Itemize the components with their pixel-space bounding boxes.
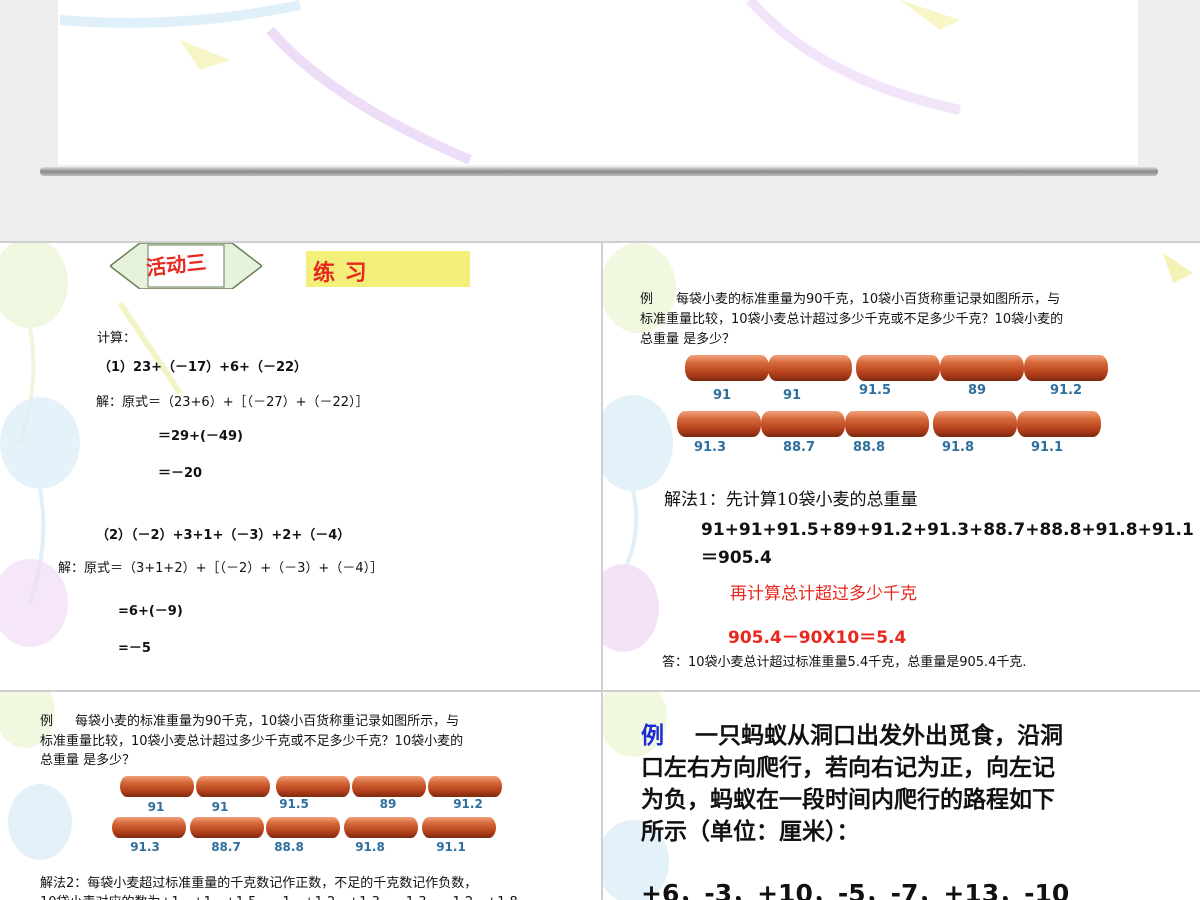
excess-calc: 905.4－90X10＝5.4 [728,628,907,648]
wheat-bag [266,817,340,838]
q2-solution: 解：原式＝（3+1+2）+［（－2）+（－3）+（－4）］ [58,561,384,576]
example-line-1: 每袋小麦的标准重量为90千克，10袋小百货称重记录如图所示，与 [676,292,1061,307]
example-line-2: 标准重量比较，10袋小麦总计超过多少千克或不足多少千克？10袋小麦的 [640,312,1064,327]
wheat-example-slide: 例 每袋小麦的标准重量为90千克，10袋小百货称重记录如图所示，与 标准重量比较… [603,243,1200,690]
bag-weight: 89 [379,797,397,811]
bag-weight: 91.2 [1049,383,1083,398]
wheat-bag [276,776,350,797]
bag-weight: 91.2 [453,797,483,811]
wheat-bag [933,411,1017,437]
method-2-line-2: 10袋小麦对应的数为+1，+1，+1.5，－1，+1.2，+1.3，－1.3，－… [40,891,518,900]
wheat-bag [845,411,929,437]
question-1: （1）23+（－17）+6+（－22） [98,360,308,375]
bag-weight: 91.5 [858,383,892,398]
top-slide [0,0,1200,241]
method-2-line-1: 解法2：每袋小麦超过标准重量的千克数记作正数，不足的千克数记作负数， [40,876,478,891]
bag-weight: 91.8 [355,840,385,854]
bag-weight: 88.8 [852,440,886,455]
bag-weight: 91 [782,388,802,403]
bag-weight: 91.3 [130,840,160,854]
bag-weight: 88.7 [782,440,816,455]
example-label: 例 [641,722,664,749]
example-line-2: 标准重量比较，10袋小麦总计超过多少千克或不足多少千克？10袋小麦的 [40,734,464,749]
top-slide-content-area [58,0,1138,165]
bag-weight: 91 [211,800,229,814]
wheat-bag [422,817,496,838]
question-2: （2）（－2）+3+1+（－3）+2+（－4） [96,528,351,543]
wheat-bag [761,411,845,437]
compute-label: 计算： [97,331,137,346]
q1-solution: 解：原式＝（23+6）+［（－27）+（－22）］ [96,395,369,410]
bag-weight: 91 [147,800,165,814]
wheat-bag [428,776,502,797]
then-compute: 再计算总计超过多少千克 [730,584,917,604]
activity3-slide: 活动三 练 习 计算： （1）23+（－17）+6+（－22） 解：原式＝（23… [0,243,601,690]
wheat-bag [190,817,264,838]
wheat-bag [112,817,186,838]
sum-result: ＝905.4 [701,548,772,568]
q1-step-1: ＝29+(－49) [158,429,243,444]
balloon-decoration [0,243,183,647]
example-line-3: 总重量 是多少？ [40,753,136,768]
ant-values: +6，-3，+10，-5，-7，+13，-10 [641,879,1070,900]
ant-line-1: 一只蚂蚁从洞口出发外出觅食，沿洞 [695,722,1063,749]
wheat-bag [352,776,426,797]
bag-weight: 88.7 [211,840,241,854]
wheat-bag [120,776,194,797]
ant-example-slide: 例 一只蚂蚁从洞口出发外出觅食，沿洞 口左右方向爬行，若向右记为正，向左记 为负… [603,692,1200,900]
bag-weight: 91.8 [941,440,975,455]
ant-line-2: 口左右方向爬行，若向右记为正，向左记 [641,754,1055,781]
wheat-bag [677,411,761,437]
example-line-3: 总重量 是多少？ [640,332,736,347]
q2-step-2: =－5 [118,641,151,656]
wheat-bag [940,355,1024,381]
example-label: 例 [640,292,654,307]
wheat-bag [344,817,418,838]
q1-step-2: ＝－20 [158,466,203,481]
answer: 答：10袋小麦总计超过标准重量5.4千克，总重量是905.4千克. [662,655,1027,670]
bag-weight: 91.3 [693,440,727,455]
practice-label: 练 习 [313,261,368,286]
divider-bar [40,167,1158,176]
bag-weight: 91 [712,388,732,403]
bag-weight: 91.1 [1030,440,1064,455]
ant-line-3: 为负，蚂蚁在一段时间内爬行的路程如下 [641,786,1055,813]
q2-step-1: =6+(－9) [118,604,183,619]
bag-weight: 91.1 [436,840,466,854]
bag-weight: 88.8 [274,840,304,854]
method-1: 解法1：先计算10袋小麦的总重量 [664,490,918,510]
wheat-bag [1017,411,1101,437]
wheat-bag [856,355,940,381]
ant-line-4: 所示（单位：厘米）： [641,818,860,845]
example-label: 例 [40,714,54,729]
wheat-bag [685,355,769,381]
sum-expression: 91+91+91.5+89+91.2+91.3+88.7+88.8+91.8+9… [701,520,1194,540]
bag-weight: 89 [967,383,987,398]
wheat-bag [196,776,270,797]
wheat-example-2-slide: 例 每袋小麦的标准重量为90千克，10袋小百货称重记录如图所示，与 标准重量比较… [0,692,601,900]
wheat-bag [1024,355,1108,381]
example-line-1: 每袋小麦的标准重量为90千克，10袋小百货称重记录如图所示，与 [75,714,460,729]
bag-weight: 91.5 [279,797,309,811]
wheat-bag [768,355,852,381]
